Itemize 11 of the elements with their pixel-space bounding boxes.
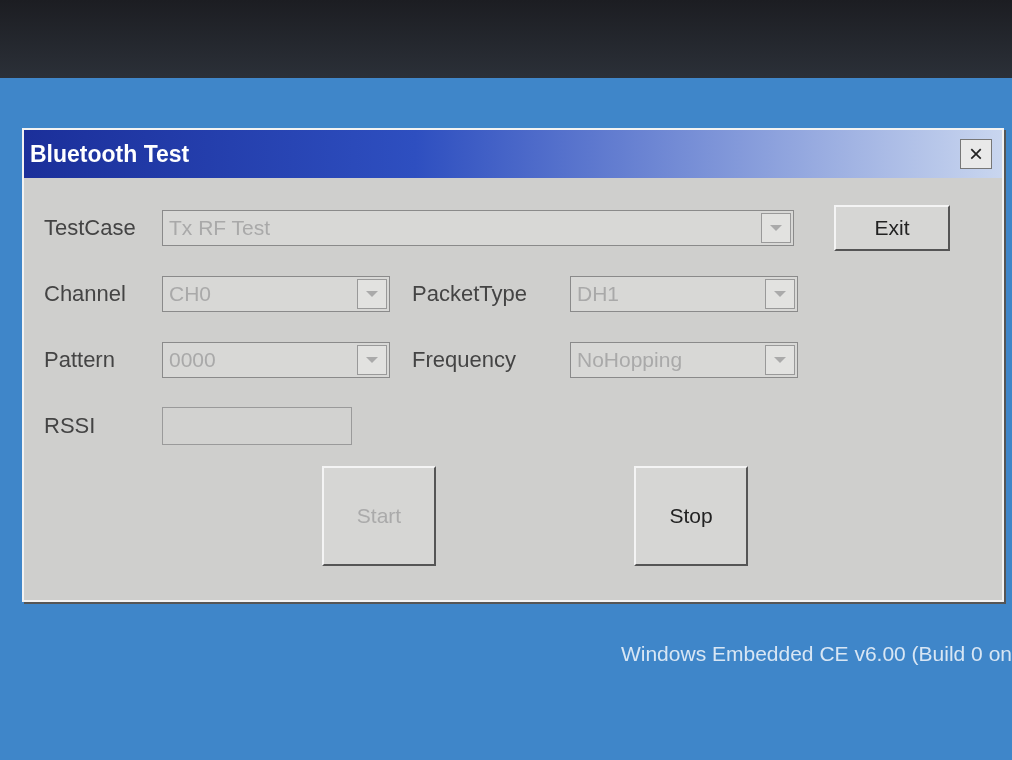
field-label: RSSI [44, 413, 97, 439]
version-text: Windows Embedded CE v6.00 (Build 0 on [620, 642, 1012, 666]
field-label: TestCase [44, 215, 137, 241]
field-label: Frequency [412, 347, 517, 373]
close-button[interactable]: × [960, 139, 992, 169]
field-label: Pattern [44, 347, 116, 373]
exit-button[interactable]: Exit [834, 205, 950, 251]
field-label: PacketType [412, 281, 528, 307]
action-button[interactable]: Stop [634, 466, 748, 566]
window-title: Bluetooth Test [30, 140, 190, 168]
field-label: Channel [44, 281, 127, 307]
